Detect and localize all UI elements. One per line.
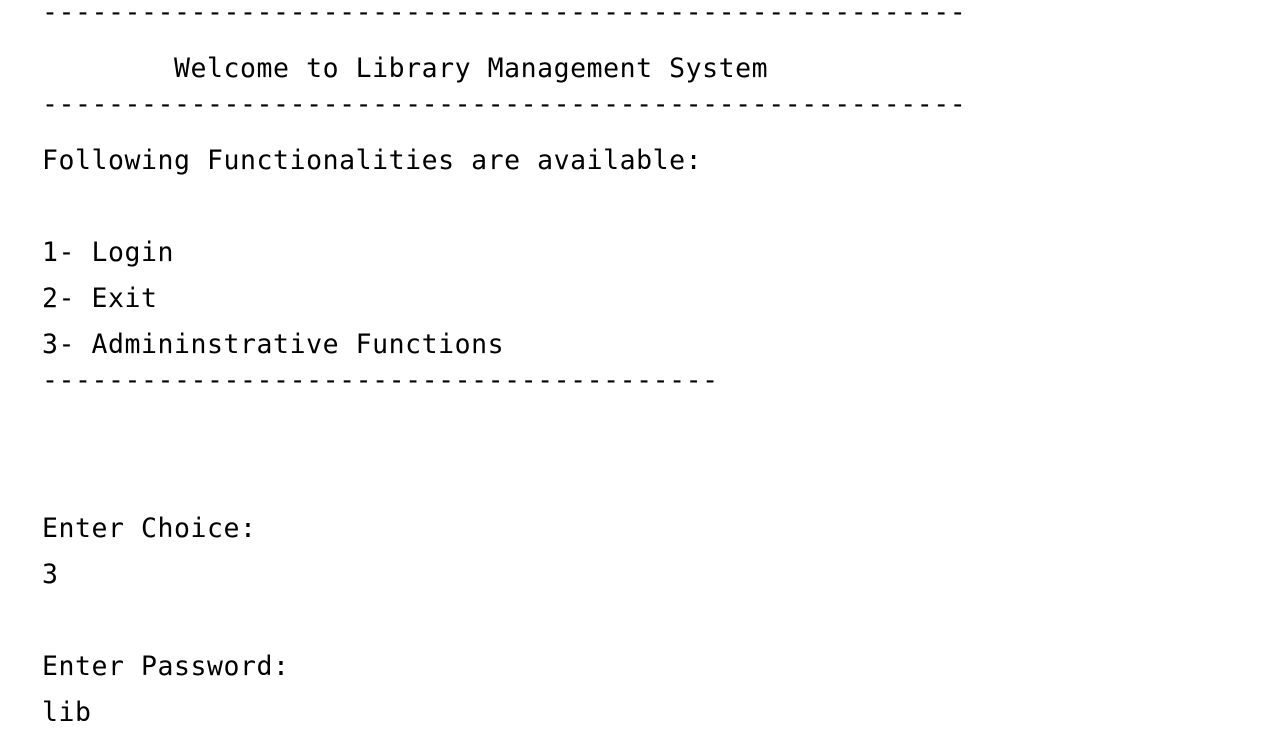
menu-item-administrative-functions[interactable]: 3- Admininstrative Functions xyxy=(42,322,1280,368)
separator-rule-menu: ----------------------------------------… xyxy=(42,365,719,396)
menu-item-exit[interactable]: 2- Exit xyxy=(42,276,1280,322)
enter-password-prompt: Enter Password: xyxy=(42,651,290,682)
separator-rule-top: ----------------------------------------… xyxy=(42,0,967,28)
enter-choice-prompt: Enter Choice: xyxy=(42,513,257,544)
menu-heading: Following Functionalities are available: xyxy=(42,145,703,176)
page-title: Welcome to Library Management System xyxy=(42,53,769,84)
terminal-console[interactable]: ----------------------------------------… xyxy=(42,0,1280,728)
menu-item-login[interactable]: 1- Login xyxy=(42,230,1280,276)
choice-input-value[interactable]: 3 xyxy=(42,552,1280,598)
separator-rule-title: ----------------------------------------… xyxy=(42,89,967,120)
password-input-value[interactable]: lib xyxy=(42,690,1280,736)
